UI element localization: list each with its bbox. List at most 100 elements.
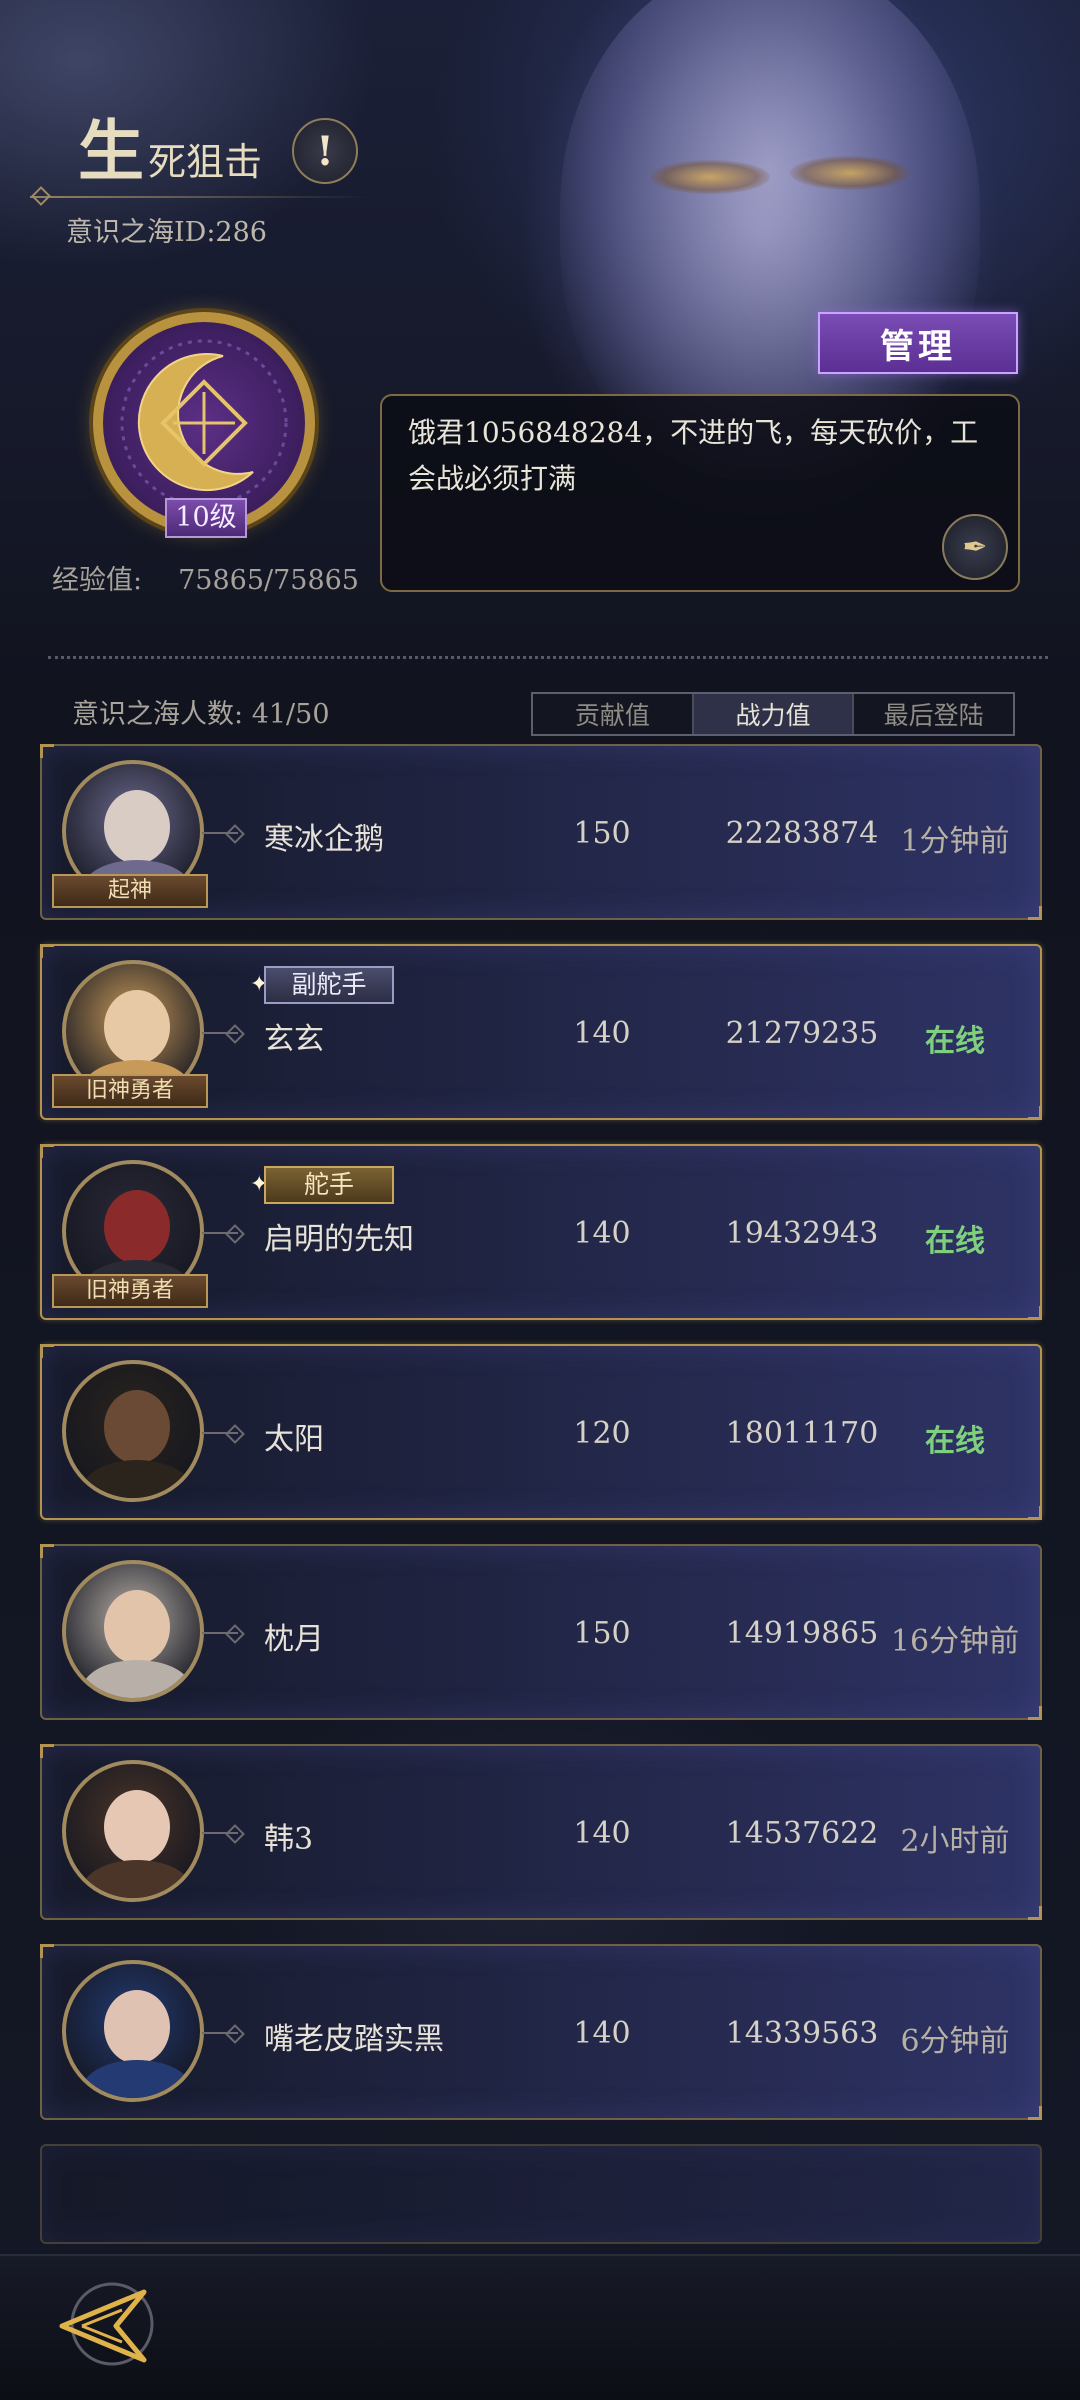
member-name: 韩3 bbox=[264, 1822, 314, 1857]
row-connector bbox=[202, 1832, 238, 1834]
member-name: 启明的先知 bbox=[264, 1222, 414, 1257]
guild-exp-value: 75865/75865 bbox=[178, 565, 359, 596]
member-row[interactable]: 韩3 140 14537622 2小时前 bbox=[40, 1744, 1042, 1920]
edit-notice-button[interactable]: ✒ bbox=[942, 514, 1008, 580]
guild-notice: 饿君1056848284，不进的飞，每天砍价，工会战必须打满 ✒ bbox=[380, 394, 1020, 592]
guild-id-value: 286 bbox=[215, 217, 267, 248]
member-contribution: 140 bbox=[573, 1216, 631, 1251]
tab-last-login[interactable]: 最后登陆 bbox=[854, 694, 1013, 734]
row-corner-ornament bbox=[40, 1744, 54, 1758]
member-count-label: 意识之海人数: bbox=[72, 699, 244, 730]
guild-level-badge: 10级 bbox=[165, 498, 247, 538]
member-count-value: 41/50 bbox=[251, 699, 330, 730]
member-avatar[interactable] bbox=[62, 1360, 204, 1502]
row-connector bbox=[202, 1432, 238, 1434]
member-name: 太阳 bbox=[264, 1422, 324, 1457]
avatar-body bbox=[82, 2060, 192, 2098]
member-last-login: 16分钟前 bbox=[890, 1624, 1020, 1659]
avatar-face bbox=[104, 1590, 170, 1664]
tab-contribution[interactable]: 贡献值 bbox=[533, 694, 694, 734]
member-contribution: 140 bbox=[573, 1016, 631, 1051]
member-title-tag: 旧神勇者 bbox=[52, 1274, 208, 1308]
avatar-body bbox=[82, 1460, 192, 1498]
member-title-tag: 旧神勇者 bbox=[52, 1074, 208, 1108]
member-count: 意识之海人数: 41/50 bbox=[72, 692, 330, 731]
avatar-face bbox=[104, 790, 170, 864]
member-name: 寒冰企鹅 bbox=[264, 822, 384, 857]
row-connector bbox=[202, 2032, 238, 2034]
member-contribution: 120 bbox=[573, 1416, 631, 1451]
row-corner-ornament bbox=[1028, 1706, 1042, 1720]
row-corner-ornament bbox=[1028, 1906, 1042, 1920]
row-corner-ornament bbox=[1028, 1306, 1042, 1320]
row-corner-ornament bbox=[40, 1544, 54, 1558]
member-last-login: 6分钟前 bbox=[900, 2024, 1010, 2059]
avatar-body bbox=[82, 1860, 192, 1898]
manage-button[interactable]: 管理 bbox=[818, 312, 1018, 374]
crescent-moon-icon bbox=[120, 339, 288, 507]
guild-name: 生 死狙击 bbox=[78, 118, 262, 184]
quill-icon: ✒ bbox=[962, 529, 988, 565]
row-corner-ornament bbox=[40, 1144, 54, 1158]
member-name: 枕月 bbox=[264, 1622, 324, 1657]
guild-id-label: 意识之海ID: bbox=[66, 217, 216, 248]
row-connector bbox=[202, 1232, 238, 1234]
member-last-login: 在线 bbox=[925, 1024, 985, 1059]
avatar-face bbox=[104, 1990, 170, 2064]
member-role-tag: 舵手 bbox=[264, 1166, 394, 1204]
member-contribution: 140 bbox=[573, 2016, 631, 2051]
row-corner-ornament bbox=[1028, 1106, 1042, 1120]
guild-name-initial: 生 bbox=[78, 112, 144, 190]
avatar-face bbox=[104, 1190, 170, 1264]
member-avatar[interactable] bbox=[62, 1560, 204, 1702]
guild-exp-label: 经验值: bbox=[52, 565, 143, 596]
exclamation-icon: ! bbox=[316, 127, 334, 175]
list-background bbox=[0, 680, 1080, 2400]
title-divider bbox=[30, 196, 370, 198]
member-contribution: 150 bbox=[573, 816, 631, 851]
member-row[interactable]: 太阳 120 18011170 在线 bbox=[40, 1344, 1042, 1520]
bottom-bar bbox=[0, 2254, 1080, 2400]
section-divider bbox=[48, 656, 1048, 659]
guild-notice-text: 饿君1056848284，不进的飞，每天砍价，工会战必须打满 bbox=[408, 416, 979, 495]
member-contribution: 150 bbox=[573, 1616, 631, 1651]
avatar-face bbox=[104, 1390, 170, 1464]
row-corner-ornament bbox=[40, 944, 54, 958]
guild-name-rest: 死狙击 bbox=[148, 140, 263, 184]
member-row[interactable]: 旧神勇者 ✦ 副舵手 玄玄 140 21279235 在线 bbox=[40, 944, 1042, 1120]
member-last-login: 1分钟前 bbox=[900, 824, 1010, 859]
row-corner-ornament bbox=[1028, 1506, 1042, 1520]
member-row[interactable]: 嘴老皮踏实黑 140 14339563 6分钟前 bbox=[40, 1944, 1042, 2120]
member-row-partial[interactable] bbox=[40, 2144, 1042, 2244]
row-corner-ornament bbox=[1028, 906, 1042, 920]
row-corner-ornament bbox=[40, 1344, 54, 1358]
member-row[interactable]: 枕月 150 14919865 16分钟前 bbox=[40, 1544, 1042, 1720]
member-name: 嘴老皮踏实黑 bbox=[264, 2022, 444, 2057]
tab-power[interactable]: 战力值 bbox=[693, 694, 855, 734]
back-arrow-icon bbox=[59, 2282, 154, 2366]
guild-exp: 经验值: 75865/75865 bbox=[52, 558, 359, 597]
member-name: 玄玄 bbox=[264, 1022, 324, 1057]
row-corner-ornament bbox=[40, 1944, 54, 1958]
back-button[interactable] bbox=[52, 2274, 162, 2374]
member-last-login: 在线 bbox=[925, 1424, 985, 1459]
guild-id: 意识之海ID:286 bbox=[66, 210, 267, 249]
member-row[interactable]: 起神 寒冰企鹅 150 22283874 1分钟前 bbox=[40, 744, 1042, 920]
member-contribution: 140 bbox=[573, 1816, 631, 1851]
row-connector bbox=[202, 1632, 238, 1634]
guild-info-button[interactable]: ! bbox=[292, 118, 358, 184]
member-avatar[interactable] bbox=[62, 1760, 204, 1902]
member-row[interactable]: 旧神勇者 ✦ 舵手 启明的先知 140 19432943 在线 bbox=[40, 1144, 1042, 1320]
row-connector bbox=[202, 832, 238, 834]
avatar-face bbox=[104, 1790, 170, 1864]
member-title-tag: 起神 bbox=[52, 874, 208, 908]
sort-tabs: 贡献值 战力值 最后登陆 bbox=[531, 692, 1015, 736]
member-last-login: 2小时前 bbox=[900, 1824, 1010, 1859]
member-avatar[interactable] bbox=[62, 1960, 204, 2102]
avatar-face bbox=[104, 990, 170, 1064]
avatar-body bbox=[82, 1660, 192, 1698]
row-corner-ornament bbox=[40, 744, 54, 758]
row-connector bbox=[202, 1032, 238, 1034]
member-role-tag: 副舵手 bbox=[264, 966, 394, 1004]
portrait-eye-left bbox=[650, 160, 770, 194]
